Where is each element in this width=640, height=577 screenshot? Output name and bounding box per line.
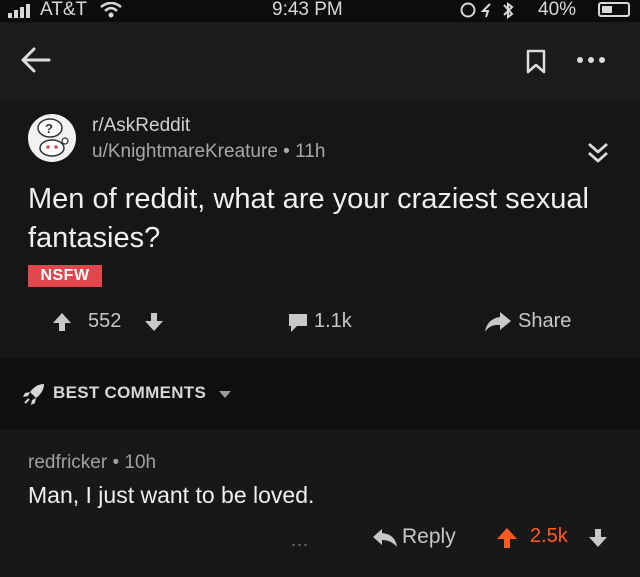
battery-percent: 40% xyxy=(538,0,577,20)
downvote-arrow-icon[interactable] xyxy=(144,312,164,332)
chevron-down-icon[interactable] xyxy=(218,390,232,399)
downvote-arrow-icon[interactable] xyxy=(588,528,608,548)
back-arrow-icon[interactable] xyxy=(20,46,52,74)
post-author[interactable]: u/KnightmareKreature xyxy=(92,141,278,162)
post-meta: u/KnightmareKreature • 11h xyxy=(92,141,325,163)
comment-body: Man, I just want to be loved. xyxy=(28,482,315,508)
bookmark-icon[interactable] xyxy=(525,49,547,75)
sort-bar[interactable]: BEST COMMENTS xyxy=(0,358,640,430)
meta-separator: • xyxy=(112,452,120,473)
nsfw-badge: NSFW xyxy=(28,265,102,287)
reply-label: Reply xyxy=(402,525,456,548)
meta-separator: • xyxy=(283,141,290,162)
upvote-arrow-icon[interactable] xyxy=(52,312,72,332)
share-button[interactable]: Share xyxy=(518,310,571,333)
comment-count[interactable]: 1.1k xyxy=(314,310,352,333)
comment-age: 10h xyxy=(124,452,157,473)
comment: redfricker • 10h Man, I just want to be … xyxy=(0,430,640,577)
post: ? r/AskReddit u/KnightmareKreature • 11h… xyxy=(0,100,640,358)
carrier-name: AT&T xyxy=(40,0,88,20)
clock: 9:43 PM xyxy=(272,0,343,20)
svg-text:?: ? xyxy=(45,121,53,136)
app-bar xyxy=(0,22,640,100)
rocket-sort-icon xyxy=(23,384,44,405)
comment-more-button[interactable]: ... xyxy=(291,530,309,551)
post-score: 552 xyxy=(88,310,122,332)
post-age: 11h xyxy=(295,141,326,162)
post-title[interactable]: Men of reddit, what are your craziest se… xyxy=(28,180,618,258)
post-actions: 552 1.1k Share xyxy=(0,300,640,344)
collapse-chevrons-icon[interactable] xyxy=(586,140,610,166)
more-dots-icon[interactable] xyxy=(576,56,606,64)
sort-label[interactable]: BEST COMMENTS xyxy=(53,383,206,403)
reply-arrow-icon xyxy=(373,529,397,547)
comment-author[interactable]: redfricker xyxy=(28,452,107,473)
status-icons xyxy=(460,2,514,19)
signal-icon xyxy=(8,4,38,18)
share-arrow-icon[interactable] xyxy=(484,311,512,333)
upvote-arrow-icon[interactable] xyxy=(496,527,518,549)
comment-bubble-icon[interactable] xyxy=(287,312,309,334)
status-bar: AT&T 9:43 PM 40% xyxy=(0,0,640,22)
battery-icon xyxy=(598,2,630,17)
comment-meta: redfricker • 10h xyxy=(28,452,156,474)
comment-score: 2.5k xyxy=(530,525,568,547)
comment-vote: 2.5k xyxy=(488,522,618,552)
wifi-icon xyxy=(100,2,122,18)
subreddit-name[interactable]: r/AskReddit xyxy=(92,115,190,137)
subreddit-avatar-icon[interactable]: ? xyxy=(28,114,76,162)
